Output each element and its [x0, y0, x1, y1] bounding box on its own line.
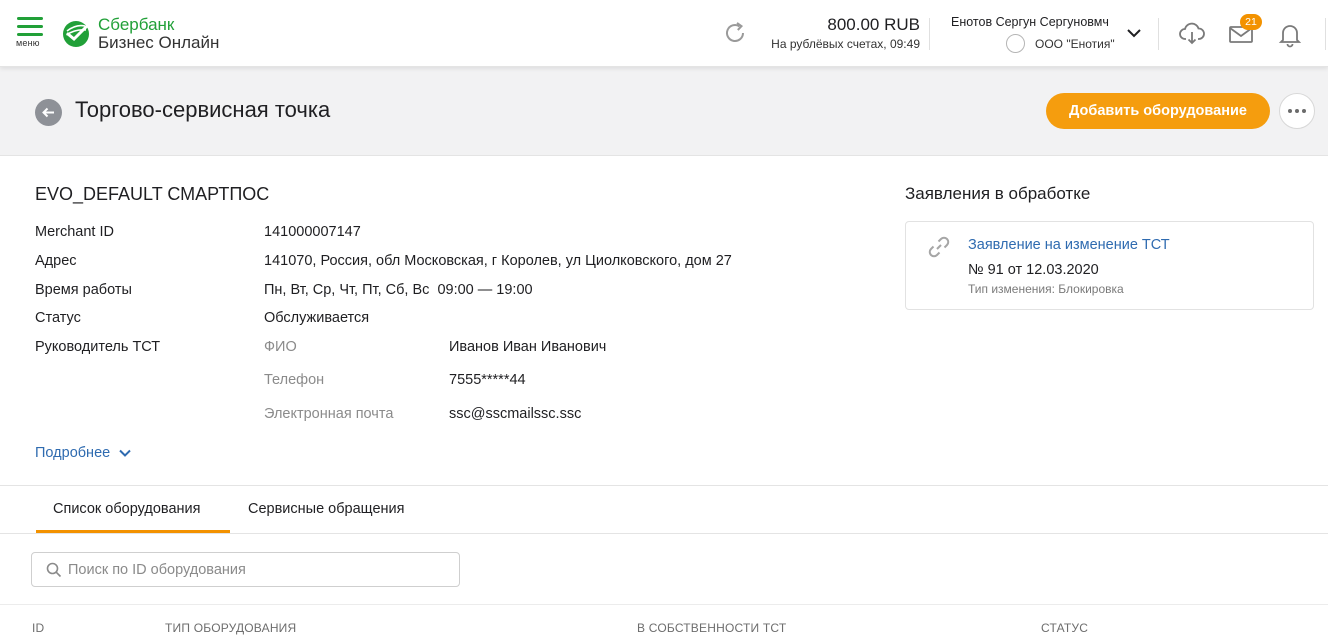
- manager-email-value: ssc@sscmailssc.ssc: [449, 406, 582, 422]
- divider: [929, 18, 930, 50]
- divider: [0, 485, 1328, 486]
- logo-text-bank: Сбербанк: [98, 15, 175, 34]
- user-switcher[interactable]: Енотов Сергун Сергуновмч ООО "Енотия": [944, 13, 1144, 53]
- arrow-left-icon: [42, 107, 54, 118]
- link-icon: [928, 236, 950, 258]
- status-label: Статус: [35, 310, 81, 326]
- search-icon: [46, 562, 62, 577]
- refresh-icon[interactable]: [722, 20, 748, 46]
- top-header: меню Сбербанк Бизнес Онлайн 800.00 RUB Н…: [0, 0, 1328, 67]
- bell-icon[interactable]: [1276, 20, 1304, 48]
- balance-block: 800.00 RUB На рублёвых счетах, 09:49: [752, 15, 920, 51]
- ellipsis-dot: [1302, 109, 1306, 113]
- merchant-id-label: Merchant ID: [35, 224, 114, 240]
- menu-label: меню: [16, 38, 40, 48]
- manager-fio-value: Иванов Иван Иванович: [449, 339, 607, 355]
- chevron-down-icon: [119, 449, 131, 457]
- logo-text-product: Бизнес Онлайн: [98, 33, 220, 52]
- divider: [1158, 18, 1159, 50]
- equipment-search-box[interactable]: [31, 552, 460, 587]
- sberbank-logo[interactable]: Сбербанк Бизнес Онлайн: [62, 15, 219, 53]
- manager-fio-label: ФИО: [264, 339, 297, 355]
- column-header-equipment-type[interactable]: ТИП ОБОРУДОВАНИЯ: [165, 621, 296, 635]
- more-details-label: Подробнее: [35, 445, 111, 461]
- page-title: Торгово-сервисная точка: [75, 97, 331, 122]
- ellipsis-icon: [1288, 109, 1292, 113]
- divider: [1325, 18, 1326, 50]
- cloud-download-icon[interactable]: [1178, 20, 1206, 48]
- request-card: Заявление на изменение ТСТ № 91 от 12.03…: [905, 221, 1314, 310]
- address-label: Адрес: [35, 253, 77, 269]
- hamburger-icon-bar: [17, 25, 43, 28]
- manager-phone-value: 7555*****44: [449, 372, 526, 388]
- requests-title: Заявления в обработке: [905, 184, 1091, 203]
- menu-button[interactable]: меню: [16, 17, 46, 51]
- chevron-down-icon[interactable]: [1126, 27, 1142, 39]
- manager-phone-label: Телефон: [264, 372, 325, 388]
- column-header-owned-by-tst[interactable]: В СОБСТВЕННОСТИ ТСТ: [637, 621, 786, 635]
- merchant-id-value: 141000007147: [264, 224, 361, 240]
- address-value: 141070, Россия, обл Московская, г Короле…: [264, 253, 732, 269]
- work-hours-value: Пн, Вт, Ср, Чт, Пт, Сб, Вс 09:00 — 19:00: [264, 282, 533, 298]
- column-header-id[interactable]: ID: [32, 621, 44, 635]
- status-value: Обслуживается: [264, 310, 370, 326]
- org-avatar: [1006, 34, 1025, 53]
- request-number: № 91 от 12.03.2020: [968, 262, 1099, 278]
- more-actions-button[interactable]: [1279, 93, 1315, 129]
- device-name: EVO_DEFAULT СМАРТПОС: [35, 184, 270, 204]
- more-details-link[interactable]: Подробнее: [35, 445, 132, 461]
- hamburger-icon-bar: [17, 33, 43, 36]
- back-button[interactable]: [35, 99, 62, 126]
- balance-note: На рублёвых счетах, 09:49: [771, 37, 920, 51]
- tab-service-requests[interactable]: Сервисные обращения: [248, 501, 404, 517]
- messages-badge: 21: [1240, 14, 1262, 30]
- column-header-status[interactable]: СТАТУС: [1041, 621, 1088, 635]
- divider: [0, 604, 1328, 605]
- ellipsis-dot: [1295, 109, 1299, 113]
- user-name: Енотов Сергун Сергуновмч: [951, 15, 1109, 29]
- sberbank-logo-icon: [63, 21, 89, 47]
- tab-equipment-list[interactable]: Список оборудования: [53, 501, 200, 517]
- hamburger-icon: [17, 17, 43, 20]
- org-name: ООО "Енотия": [1035, 36, 1115, 51]
- balance-amount: 800.00 RUB: [827, 15, 920, 34]
- work-hours-label: Время работы: [35, 282, 132, 298]
- add-equipment-button[interactable]: Добавить оборудование: [1046, 93, 1270, 129]
- page-header: Торгово-сервисная точка Добавить оборудо…: [0, 67, 1328, 156]
- request-change-type: Тип изменения: Блокировка: [968, 282, 1124, 296]
- equipment-search-input[interactable]: [68, 561, 438, 578]
- request-link[interactable]: Заявление на изменение ТСТ: [968, 237, 1170, 253]
- divider: [0, 533, 1328, 534]
- manager-email-label: Электронная почта: [264, 406, 394, 422]
- manager-label: Руководитель ТСТ: [35, 339, 161, 355]
